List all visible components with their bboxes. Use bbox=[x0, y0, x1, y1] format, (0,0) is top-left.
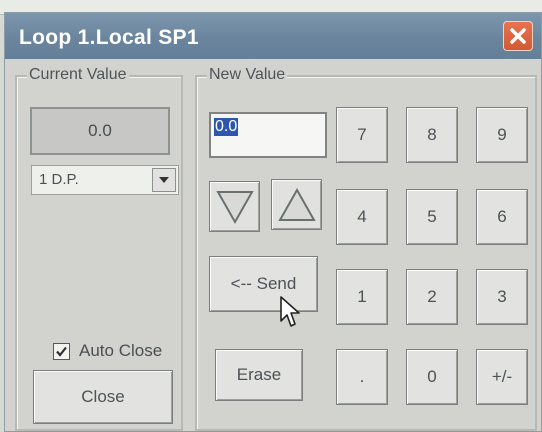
key-7[interactable]: 7 bbox=[336, 107, 388, 163]
key-0[interactable]: 0 bbox=[406, 349, 458, 405]
key-3[interactable]: 3 bbox=[476, 269, 528, 325]
triangle-down-icon bbox=[215, 190, 254, 224]
checkmark-icon bbox=[56, 346, 67, 357]
key-6[interactable]: 6 bbox=[476, 189, 528, 245]
decimal-places-select[interactable]: 1 D.P. bbox=[31, 165, 179, 195]
close-icon bbox=[510, 28, 526, 44]
chevron-down-icon bbox=[159, 177, 169, 183]
key-plus-minus[interactable]: +/- bbox=[476, 349, 528, 405]
dialog-window: Loop 1.Local SP1 Current Value 0.0 1 D.P… bbox=[4, 12, 542, 432]
decimal-places-value: 1 D.P. bbox=[39, 171, 79, 188]
title-bar: Loop 1.Local SP1 bbox=[5, 13, 541, 59]
key-9[interactable]: 9 bbox=[476, 107, 528, 163]
current-value-display: 0.0 bbox=[30, 107, 170, 155]
current-value-legend: Current Value bbox=[27, 66, 129, 84]
window-title: Loop 1.Local SP1 bbox=[19, 26, 199, 49]
increment-button[interactable] bbox=[271, 179, 322, 230]
close-button[interactable]: Close bbox=[33, 370, 173, 424]
send-button[interactable]: <-- Send bbox=[209, 256, 318, 312]
new-value-legend: New Value bbox=[207, 66, 288, 84]
key-4[interactable]: 4 bbox=[336, 189, 388, 245]
dropdown-arrow-button[interactable] bbox=[152, 168, 176, 192]
key-5[interactable]: 5 bbox=[406, 189, 458, 245]
key-1[interactable]: 1 bbox=[336, 269, 388, 325]
key-2[interactable]: 2 bbox=[406, 269, 458, 325]
mouse-pointer-icon bbox=[280, 296, 300, 327]
auto-close-checkbox[interactable] bbox=[53, 343, 70, 360]
key-8[interactable]: 8 bbox=[406, 107, 458, 163]
new-value-input[interactable]: 0.0 bbox=[209, 112, 327, 158]
key-decimal[interactable]: . bbox=[336, 349, 388, 405]
erase-button[interactable]: Erase bbox=[215, 349, 303, 401]
auto-close-label: Auto Close bbox=[79, 341, 163, 360]
new-value-text: 0.0 bbox=[214, 118, 239, 136]
decrement-button[interactable] bbox=[209, 181, 260, 232]
triangle-up-icon bbox=[277, 187, 316, 221]
close-window-button[interactable] bbox=[503, 21, 533, 51]
